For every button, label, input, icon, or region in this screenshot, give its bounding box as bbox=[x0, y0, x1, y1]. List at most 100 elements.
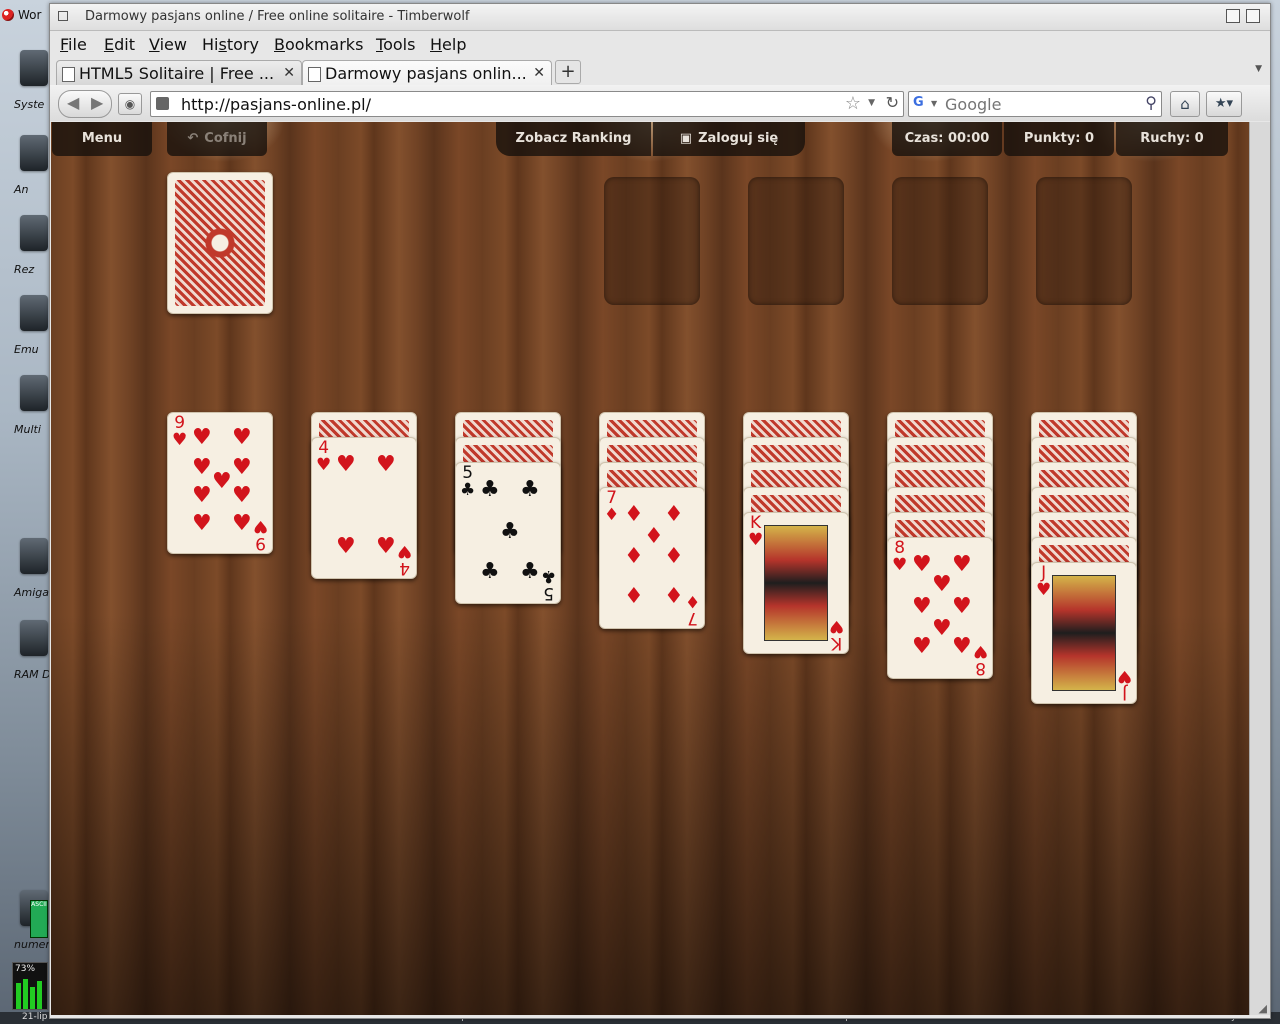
face-up-card[interactable]: 5 ♣ 5 ♣ ♣ ♣ ♣ ♣ ♣ bbox=[455, 462, 561, 604]
suit-icon: ♥ bbox=[912, 594, 932, 619]
vertical-scrollbar[interactable] bbox=[1249, 122, 1270, 1015]
tab-list-chevron-down-icon[interactable]: ▼ bbox=[1255, 64, 1262, 74]
foundation-slot[interactable] bbox=[892, 177, 988, 305]
suit-icon: ♥ bbox=[232, 425, 252, 450]
suit-icon: ♥ bbox=[376, 452, 396, 477]
card-rank-inverted: 5 ♣ bbox=[540, 566, 556, 603]
tab-bar: HTML5 Solitaire | Free ... ✕ Darmowy pas… bbox=[50, 57, 1270, 87]
menu-item[interactable]: Edit bbox=[104, 35, 135, 54]
google-engine-icon[interactable]: G bbox=[913, 95, 929, 111]
login-button[interactable]: ▣ Zaloguj się bbox=[653, 122, 805, 156]
workbench-title: Wor bbox=[18, 8, 42, 22]
menu-item[interactable]: File bbox=[60, 35, 87, 54]
menu-item[interactable]: View bbox=[149, 35, 187, 54]
undo-button[interactable]: ↶ Cofnij bbox=[167, 122, 267, 156]
suit-icon: ♥ bbox=[192, 511, 212, 536]
desktop-icon-label: numer bbox=[14, 938, 50, 951]
card-rank: 7 ♦ bbox=[604, 488, 620, 525]
stock-pile[interactable] bbox=[167, 172, 273, 314]
window-close-icon[interactable] bbox=[58, 11, 68, 21]
window-maximize-icon[interactable] bbox=[1246, 9, 1260, 23]
ascii-icon[interactable]: ASCII bbox=[30, 900, 48, 938]
search-icon[interactable]: ⚲ bbox=[1145, 93, 1157, 112]
foundation-slot[interactable] bbox=[748, 177, 844, 305]
suit-icon: ♥ bbox=[336, 452, 356, 477]
menu-item[interactable]: Bookmarks bbox=[274, 35, 363, 54]
search-input[interactable] bbox=[943, 93, 1137, 115]
suit-icon: ♦ bbox=[664, 584, 684, 609]
card-rank: J ♥ bbox=[1036, 563, 1052, 600]
face-up-card[interactable]: K ♥ K ♥ bbox=[743, 512, 849, 654]
menu-item[interactable]: History bbox=[202, 35, 259, 54]
drive-icon bbox=[20, 538, 48, 574]
suit-icon: ♥ bbox=[932, 572, 952, 597]
points-display: Punkty: 0 bbox=[1004, 122, 1114, 156]
resize-grip-icon[interactable]: ◢ bbox=[1259, 1002, 1267, 1015]
suit-icon: ♦ bbox=[624, 502, 644, 527]
cpu-percent: 73% bbox=[15, 964, 36, 974]
suit-icon: ♦ bbox=[664, 544, 684, 569]
foundation-slot[interactable] bbox=[1036, 177, 1132, 305]
face-card-portrait-icon bbox=[764, 525, 828, 641]
menu-item[interactable]: Help bbox=[430, 35, 466, 54]
reload-icon[interactable]: ↻ bbox=[886, 93, 899, 112]
taskbar-item[interactable]: 21-lip bbox=[22, 1012, 47, 1022]
home-icon[interactable]: ⌂ bbox=[1170, 91, 1200, 117]
close-icon[interactable]: ✕ bbox=[283, 65, 295, 81]
tab-html5-solitaire[interactable]: HTML5 Solitaire | Free ... ✕ bbox=[56, 60, 302, 86]
bookmarks-menu-icon[interactable]: ★▾ bbox=[1206, 91, 1242, 117]
url-input[interactable] bbox=[179, 93, 823, 115]
card-rank: 4 ♥ bbox=[316, 438, 332, 475]
search-bar[interactable]: G ▼ ⚲ bbox=[908, 91, 1162, 117]
tab-label: Darmowy pasjans onlin... bbox=[325, 64, 527, 83]
desktop-icon-label: Emu bbox=[14, 343, 39, 356]
new-tab-button[interactable]: + bbox=[555, 60, 581, 84]
face-up-card[interactable]: 8 ♥ 8 ♥ ♥ ♥ ♥ ♥ ♥ ♥ ♥ ♥ bbox=[887, 537, 993, 679]
drive-icon bbox=[20, 135, 48, 171]
desktop-icon-label: Multi bbox=[14, 423, 41, 436]
suit-icon: ♥ bbox=[952, 634, 972, 659]
face-card-portrait-icon bbox=[1052, 575, 1116, 691]
drive-icon bbox=[20, 620, 48, 656]
url-bar[interactable]: ☆ ▼ ↻ bbox=[150, 91, 904, 117]
suit-icon: ♥ bbox=[912, 634, 932, 659]
card-rank: 5 ♣ bbox=[460, 463, 476, 500]
menu-button[interactable]: Menu bbox=[52, 122, 152, 156]
ascii-label: ASCII bbox=[31, 901, 47, 908]
suit-icon: ♦ bbox=[644, 524, 664, 549]
face-up-card[interactable]: 9 ♥ 9 ♥ ♥ ♥ ♥ ♥ ♥ ♥ ♥ ♥ ♥ bbox=[167, 412, 273, 554]
face-up-card[interactable]: J ♥ J ♥ bbox=[1031, 562, 1137, 704]
close-icon[interactable]: ✕ bbox=[533, 65, 545, 81]
engine-chevron-down-icon[interactable]: ▼ bbox=[931, 99, 937, 108]
title-bar[interactable]: Darmowy pasjans online / Free online sol… bbox=[50, 4, 1270, 31]
suit-icon: ♣ bbox=[520, 559, 540, 584]
face-up-card[interactable]: 7 ♦ 7 ♦ ♦ ♦ ♦ ♦ ♦ ♦ ♦ bbox=[599, 487, 705, 629]
menu-item[interactable]: Tools bbox=[376, 35, 415, 54]
window-minimize-icon[interactable] bbox=[1226, 9, 1240, 23]
card-rank-inverted: J ♥ bbox=[1116, 666, 1132, 703]
workbench-ball-icon bbox=[2, 9, 14, 21]
suit-icon: ♣ bbox=[520, 477, 540, 502]
suit-icon: ♥ bbox=[376, 534, 396, 559]
desktop-icon-label: An bbox=[14, 183, 29, 196]
suit-icon: ♥ bbox=[912, 552, 932, 577]
tab-darmowy-pasjans[interactable]: Darmowy pasjans onlin... ✕ bbox=[302, 60, 552, 87]
card-rank: K ♥ bbox=[748, 513, 764, 550]
back-arrow-icon[interactable]: ◀ bbox=[67, 93, 79, 112]
moves-display: Ruchy: 0 bbox=[1116, 122, 1228, 156]
url-dropdown-chevron-icon[interactable]: ▼ bbox=[868, 98, 875, 108]
bookmark-star-icon[interactable]: ☆ bbox=[845, 93, 861, 114]
card-rank: 8 ♥ bbox=[892, 538, 908, 575]
ranking-button[interactable]: Zobacz Ranking bbox=[496, 122, 651, 156]
forward-arrow-icon[interactable]: ▶ bbox=[91, 93, 103, 112]
suit-icon: ♥ bbox=[232, 511, 252, 536]
time-display: Czas: 00:00 bbox=[892, 122, 1002, 156]
desktop-icon-label: Rez bbox=[14, 263, 35, 276]
favicon-icon bbox=[156, 97, 169, 110]
desktop-icon-label: Syste bbox=[14, 98, 45, 111]
face-up-card[interactable]: 4 ♥ 4 ♥ ♥ ♥ ♥ ♥ bbox=[311, 437, 417, 579]
suit-icon: ♦ bbox=[624, 544, 644, 569]
foundation-slot[interactable] bbox=[604, 177, 700, 305]
desktop-icon-label: Amiga bbox=[14, 586, 50, 599]
site-identity-icon[interactable]: ◉ bbox=[118, 93, 142, 115]
